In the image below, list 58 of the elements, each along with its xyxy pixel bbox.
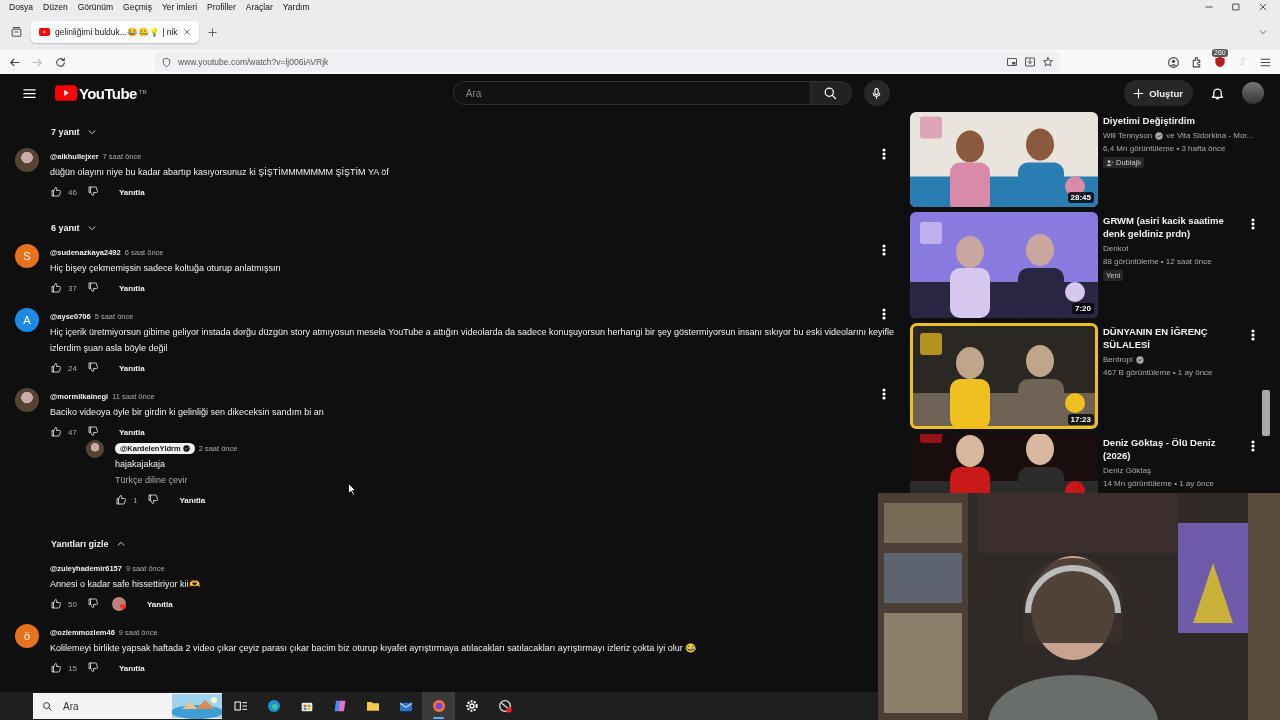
menu-item[interactable]: Geçmiş [118,2,157,12]
comment-text: Annesi o kadar safe hissettiriyor kii🫶 [50,578,201,591]
replies-toggle[interactable]: 7 yanıt [15,116,103,148]
menu-item[interactable]: Profiller [202,2,241,12]
menu-item[interactable]: Yardım [277,2,315,12]
comment-text: Kolilemeyi birlikte yapsak haftada 2 video çıkar çeyiz parası çıkar bacim biz oturup kıyafet ayrıştırmaya atılacakları satılacakları ayrıştırmayı izleriz çokta iyi olur 😂 [50,642,698,655]
create-button[interactable]: Oluştur [1124,80,1193,106]
comment-text: Hiç bişey çekmemişsin sadece koltuğa oturup anlatmışsın [50,262,282,275]
search-field[interactable]: Ara [452,81,811,105]
reply-button[interactable]: Yanıtla [179,495,206,505]
video-meta: 14 Mn görüntüleme • 1 ay önce [1103,478,1215,490]
avatar: S [15,244,39,268]
channel-name[interactable]: Will Tennyson [1103,129,1153,142]
comment-text: Hiç içerik üretmiyorsun gibime geliyor instada dorğu düzgün story atmıyosun mesela YouTube a attığın videolarda da sadece konuşuyorsun herhangi bir şey göstermiyorsun insanı sıkıyor bu eski videolarını keyifle izlerdim şuan asla böyle değil [50,326,895,355]
channel-name[interactable]: Denkot [1103,242,1129,255]
reply-button[interactable]: Yanıtla [118,663,145,673]
video-meta: 88 görüntüleme • 12 saat önce [1103,256,1213,268]
like-count: 37 [68,283,77,293]
menu-item[interactable]: Yer imleri [156,2,203,12]
like-count: 46 [68,187,77,197]
menu-item[interactable]: Dosya [4,2,39,12]
avatar: A [15,308,39,332]
menu-item[interactable]: Araçlar [240,2,278,12]
reply-button[interactable]: Yanıtla [118,363,145,373]
channel-name[interactable]: Bentropi [1103,353,1133,366]
comment-text: düğün olayını niye bu kadar abartıp kasıyorsunuz ki ŞİŞTİMMMMMMM ŞİŞTİM YA öf [50,166,390,179]
channel-name[interactable]: ve Vita Sidorkina - Mor... [1166,129,1254,142]
video-title[interactable]: Deniz Göktaş - Ölü Deniz (2026) [1103,436,1243,462]
like-count: 15 [68,663,77,673]
taskbar-search-field[interactable]: Ara [61,693,172,719]
channel-name[interactable]: Deniz Göktaş [1103,464,1152,477]
comment-text: hajakajakaja [115,458,167,471]
reply-button[interactable]: Yanıtla [118,427,145,437]
menu-item[interactable]: Görünüm [72,2,119,12]
like-count: 24 [68,363,77,373]
comment-text: Baciko videoya öyle bir girdin ki gelinliği sen dikeceksin sandım bi an [50,406,325,419]
replies-toggle[interactable]: Yanıtları gizle [15,528,132,560]
like-count: 47 [68,427,77,437]
video-title[interactable]: DÜNYANIN EN İĞRENÇ SÜLALESİ [1103,325,1243,351]
browser-tab[interactable]: gelinliğimi bulduk...😂🤐💡 | nik [31,21,199,43]
translate-link[interactable]: Türkçe diline çevir [115,472,895,488]
video-title[interactable]: GRWM (asiri kacik saatime denk geldiniz prdn) [1103,214,1243,240]
address-bar[interactable]: www.youtube.com/watch?v=lj006iAVRjk [155,52,1060,72]
video-title[interactable]: Diyetimi Değiştirdim [1103,114,1243,127]
reply-button[interactable]: Yanıtla [146,599,173,609]
reply-button[interactable]: Yanıtla [118,283,145,293]
replies-toggle[interactable]: 6 yanıt [15,212,103,244]
youtube-wordmark[interactable]: YouTube [79,84,137,102]
video-duration: 7:20 [1072,303,1094,314]
reply-button[interactable]: Yanıtla [118,187,145,197]
like-count: 50 [68,599,77,609]
like-count: 1 [133,495,138,505]
video-meta: 467 B görüntüleme • 1 ay önce [1103,367,1214,379]
video-meta: 6,4 Mn görüntüleme • 3 hafta önce [1103,143,1227,155]
video-duration: 17:23 [1067,414,1094,425]
avatar: ö [15,624,39,648]
video-duration: 28:45 [1067,192,1094,203]
menu-item[interactable]: Düzen [38,2,73,12]
